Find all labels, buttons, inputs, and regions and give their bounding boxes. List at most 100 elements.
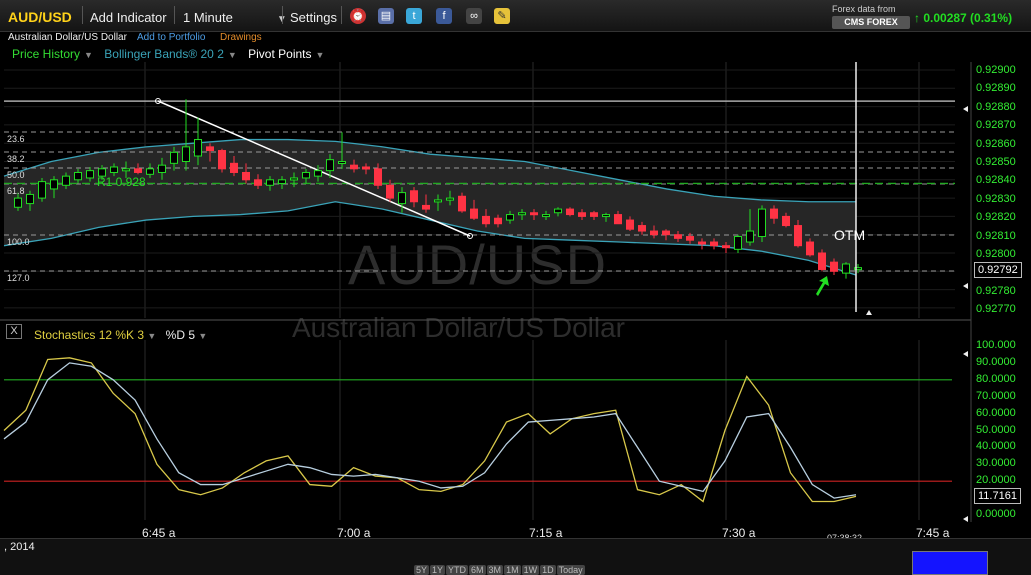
candle-body	[650, 230, 658, 236]
fib-label: 23.6	[7, 134, 25, 144]
candle-body	[362, 166, 370, 170]
date-label: , 2014	[4, 541, 35, 553]
stoch-tick: 0.00000	[976, 508, 1016, 520]
price-marker-icon	[963, 283, 968, 289]
candle-body	[14, 197, 22, 208]
candle-body	[734, 236, 742, 250]
candle-body	[770, 208, 778, 219]
candle-body	[134, 168, 142, 173]
candle-body	[782, 215, 790, 227]
candle-body	[38, 181, 46, 199]
candle-body	[26, 193, 34, 205]
stoch-tick: 70.0000	[976, 389, 1016, 402]
candle-body	[350, 164, 358, 170]
candle-body	[182, 146, 190, 163]
candle-body	[566, 208, 574, 216]
candle-body	[602, 214, 610, 218]
candle-body	[218, 150, 226, 170]
stoch-k-label[interactable]: Stochastics 12 %K 3	[34, 328, 144, 342]
stoch-tick: 90.0000	[976, 355, 1016, 368]
candle-body	[494, 217, 502, 225]
candle-body	[458, 195, 466, 212]
fib-label: 100.0	[7, 237, 30, 247]
range-1d-button[interactable]: 1D	[540, 565, 556, 575]
range-today-button[interactable]: Today	[556, 565, 585, 575]
candle-body	[194, 139, 202, 157]
candle-body	[434, 199, 442, 203]
stoch-tick: 100.000	[976, 339, 1016, 351]
range-1m-button[interactable]: 1M	[504, 565, 521, 575]
chevron-down-icon[interactable]: ▼	[198, 331, 207, 341]
price-tick: 0.92860	[976, 137, 1016, 150]
candle-body	[338, 161, 346, 164]
candle-body	[578, 212, 586, 217]
candle-body	[326, 159, 334, 172]
price-tick: 0.92840	[976, 174, 1016, 187]
stoch-tick: 40.0000	[976, 440, 1016, 453]
price-tick: 0.92900	[976, 64, 1016, 76]
candle-body	[554, 208, 562, 214]
candle-body	[290, 177, 298, 181]
time-marker-icon	[866, 310, 872, 315]
chevron-down-icon[interactable]: ▼	[147, 331, 156, 341]
candle-body	[746, 230, 754, 243]
candle-body	[446, 197, 454, 201]
candle-body	[158, 164, 166, 173]
price-tick: 0.92870	[976, 119, 1016, 132]
candle-body	[698, 241, 706, 245]
candle-body	[206, 146, 214, 152]
candle-body	[470, 208, 478, 219]
price-tick: 0.92850	[976, 156, 1016, 168]
candle-body	[170, 151, 178, 164]
price-tick: 0.92830	[976, 192, 1016, 205]
candle-body	[314, 170, 322, 177]
candle-body	[626, 219, 634, 230]
close-indicator-button[interactable]: X	[6, 324, 22, 339]
range-3m-button[interactable]: 3M	[486, 565, 504, 575]
candle-body	[110, 166, 118, 173]
candle-body	[518, 212, 526, 216]
candle-body	[230, 162, 238, 173]
candle-body	[722, 245, 730, 249]
navigator-scroll-handle[interactable]	[912, 551, 988, 575]
range-1y-button[interactable]: 1Y	[430, 565, 446, 575]
candle-body	[662, 230, 670, 236]
candle-body	[122, 168, 130, 172]
stoch-tick: 30.0000	[976, 457, 1016, 470]
price-tick: 0.92780	[976, 284, 1016, 297]
candle-body	[74, 171, 82, 181]
stoch-d-label[interactable]: %D 5	[166, 328, 195, 342]
candle-body	[806, 241, 814, 256]
candle-body	[62, 175, 70, 186]
candle-body	[482, 215, 490, 225]
candle-body	[374, 168, 382, 186]
stoch-tick: 60.0000	[976, 406, 1016, 419]
candle-body	[50, 179, 58, 190]
range-ytd-button[interactable]: YTD	[446, 565, 469, 575]
price-tick: 0.92810	[976, 229, 1016, 242]
stochastic-d-line	[3, 362, 857, 499]
r1-label: R1 0.928	[97, 175, 146, 189]
range-1w-button[interactable]: 1W	[521, 565, 540, 575]
price-tick: 0.92880	[976, 100, 1016, 113]
range-5y-button[interactable]: 5Y	[414, 565, 430, 575]
candle-body	[398, 192, 406, 205]
range-buttons: 5Y 1Y YTD 6M 3M 1M 1W 1D Today	[414, 565, 586, 575]
range-6m-button[interactable]: 6M	[469, 565, 486, 575]
candle-body	[758, 208, 766, 238]
candle-body	[146, 168, 154, 175]
candle-body	[842, 263, 850, 274]
price-tick: 0.92800	[976, 248, 1016, 260]
fib-label: 127.0	[7, 273, 30, 283]
stochastics-current-box: 11.7161	[974, 488, 1021, 504]
price-chart[interactable]	[0, 0, 1031, 575]
stoch-marker-icon	[963, 516, 968, 522]
green-arrow-icon	[816, 276, 829, 296]
fib-label: 50.0	[7, 170, 25, 180]
candle-body	[254, 179, 262, 186]
candle-body	[818, 252, 826, 270]
candle-body	[422, 204, 430, 210]
candle-body	[530, 212, 538, 216]
candle-body	[410, 190, 418, 203]
current-price-box: 0.92792	[974, 262, 1022, 278]
